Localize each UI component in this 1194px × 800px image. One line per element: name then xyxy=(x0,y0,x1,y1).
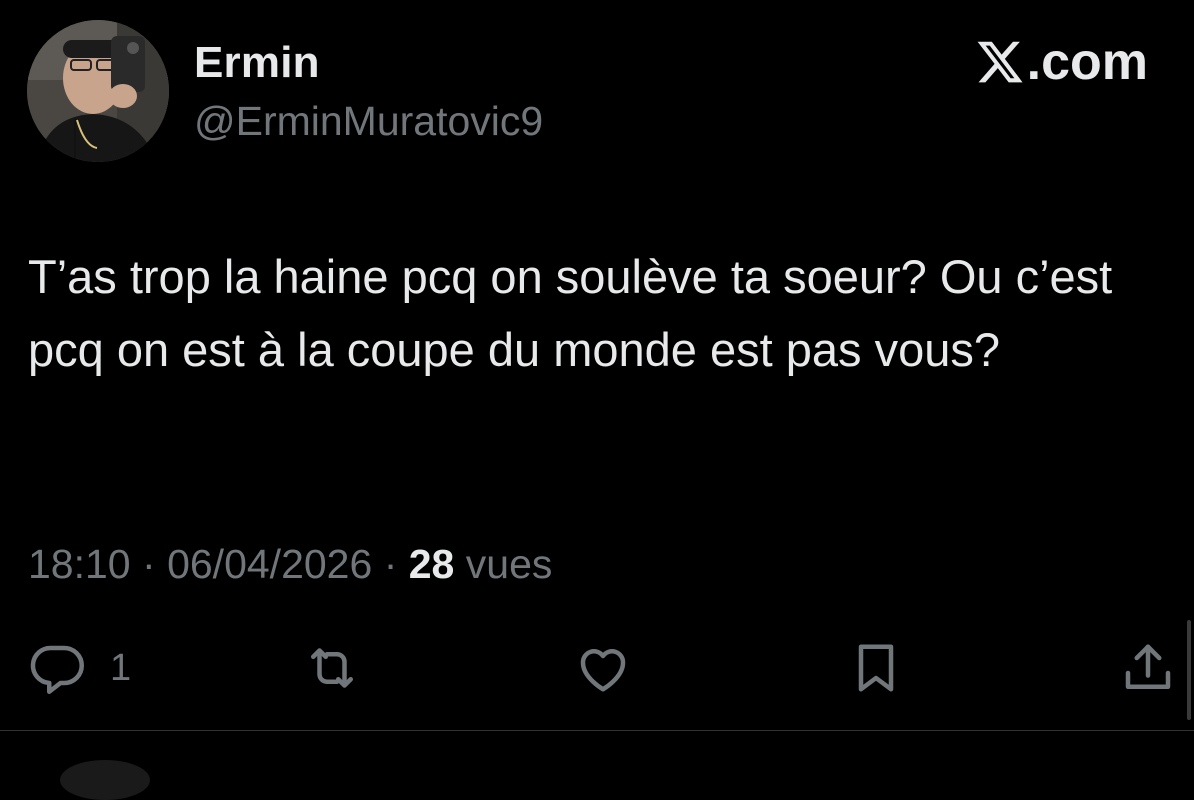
user-handle[interactable]: @ErminMuratovic9 xyxy=(194,98,543,145)
display-name[interactable]: Ermin xyxy=(194,38,320,88)
heart-icon xyxy=(580,649,626,692)
reply-icon xyxy=(30,645,84,694)
x-logo-icon xyxy=(977,41,1023,83)
brand-logo: .com xyxy=(975,32,1148,92)
profile-photo xyxy=(27,20,169,162)
scrollbar[interactable] xyxy=(1187,620,1191,720)
tweet-text: T’as trop la haine pcq on soulève ta soe… xyxy=(28,250,1113,376)
brand-suffix: .com xyxy=(1026,33,1148,91)
divider xyxy=(0,730,1194,731)
views-count: 28 xyxy=(408,541,455,587)
bookmark-icon xyxy=(858,644,894,692)
reply-button[interactable]: 1 xyxy=(28,638,131,698)
share-button[interactable] xyxy=(1118,638,1178,698)
reply-count: 1 xyxy=(110,646,132,689)
avatar[interactable] xyxy=(27,20,169,162)
next-tweet-avatar xyxy=(60,760,150,800)
like-button[interactable] xyxy=(573,638,633,698)
tweet-actions: 1 xyxy=(0,630,1194,700)
meta-separator: · xyxy=(142,541,156,587)
share-icon xyxy=(1125,644,1171,689)
retweet-icon xyxy=(311,648,353,688)
tweet-date[interactable]: 06/04/2026 xyxy=(167,541,372,587)
retweet-button[interactable] xyxy=(302,638,362,698)
views-label: vues xyxy=(465,541,553,587)
bookmark-button[interactable] xyxy=(846,638,906,698)
tweet-meta: 18:10 · 06/04/2026 · 28 vues xyxy=(28,538,552,590)
tweet-time[interactable]: 18:10 xyxy=(28,541,131,587)
tweet-card: Ermin @ErminMuratovic9 .com T’as trop la… xyxy=(0,0,1194,800)
meta-separator: · xyxy=(383,541,398,587)
